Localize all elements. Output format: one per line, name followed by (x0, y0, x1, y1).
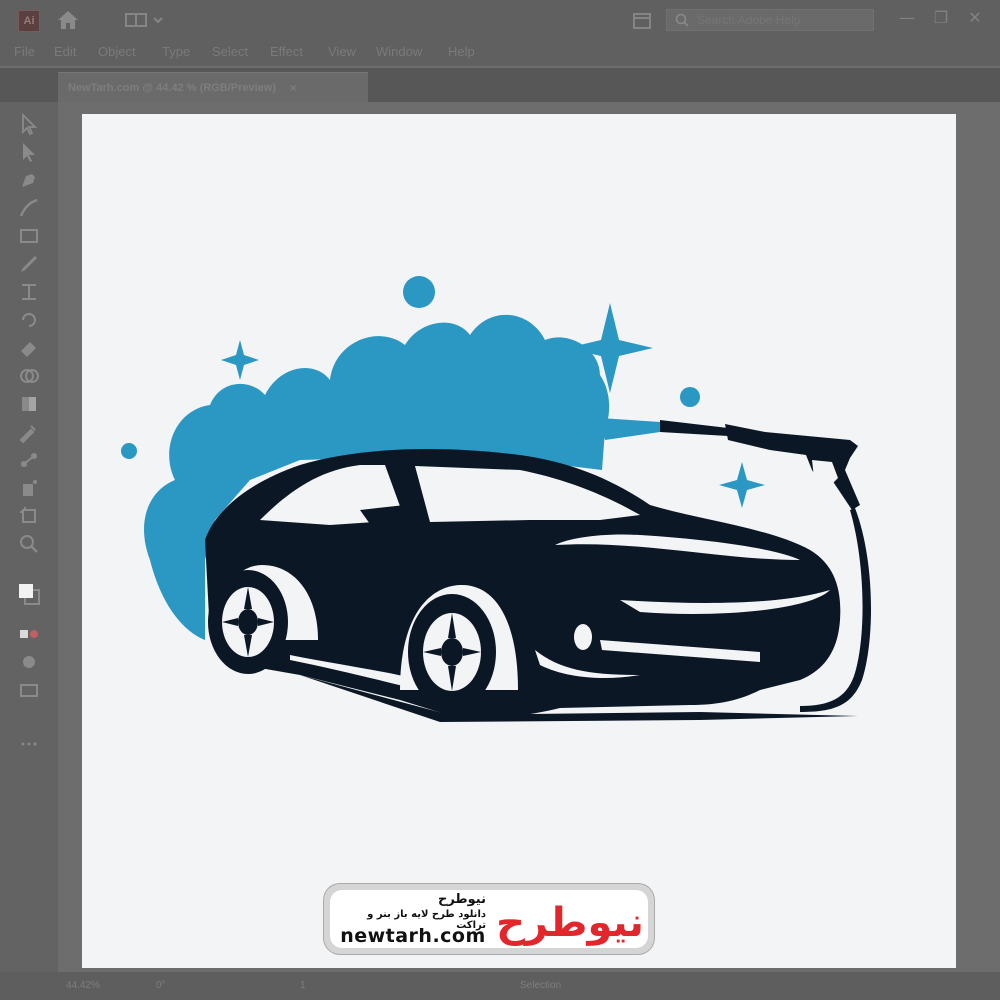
car-wash-logo[interactable] (0, 0, 1000, 1000)
bubble (121, 443, 137, 459)
watermark-site-name: نیوطرح (437, 892, 486, 907)
status-bar (0, 972, 1000, 1000)
car-silhouette (205, 449, 858, 722)
rear-wheel (208, 570, 288, 674)
bubble (403, 276, 435, 308)
sparkle (719, 462, 765, 508)
watermark-url: newtarh.com (340, 925, 486, 947)
status-artboard-number[interactable]: 1 (300, 980, 306, 991)
headlight (574, 624, 592, 650)
front-wheel (408, 594, 496, 710)
newtarh-logo: نیوطرح (496, 900, 644, 946)
sparkle (221, 340, 259, 380)
newtarh-logo-text: نیوطرح (496, 900, 644, 946)
status-rotation[interactable]: 0° (156, 980, 166, 991)
status-zoom[interactable]: 44.42% (66, 980, 100, 991)
bubble (680, 387, 700, 407)
status-current-tool: Selection (520, 980, 562, 991)
